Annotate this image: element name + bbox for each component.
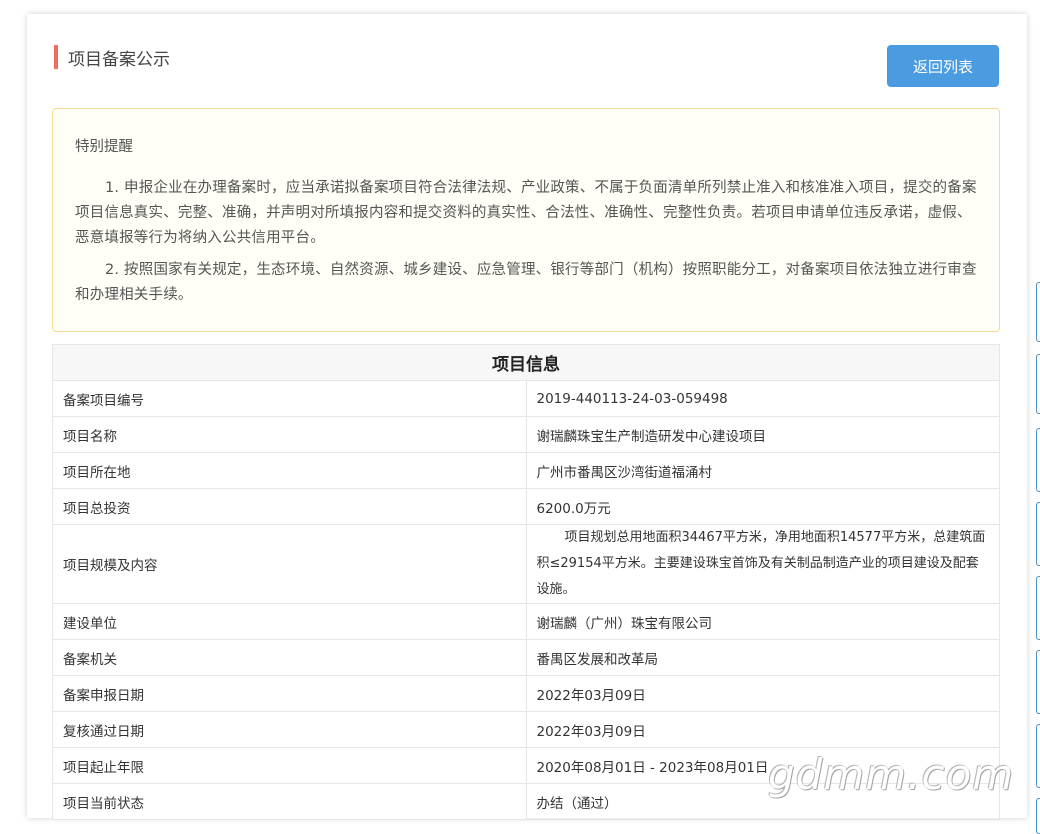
row-value: 2022年03月09日	[525, 711, 1000, 748]
row-value: 6200.0万元	[525, 488, 1000, 525]
side-float-tab[interactable]	[1036, 502, 1040, 566]
row-value: 番禺区发展和改革局	[525, 639, 1000, 676]
table-header-row: 项目信息	[52, 344, 1000, 381]
table-row: 项目名称 谢瑞麟珠宝生产制造研发中心建设项目	[52, 416, 1000, 453]
row-label: 项目规模及内容	[52, 524, 527, 604]
row-value: 广州市番禺区沙湾街道福涌村	[525, 452, 1000, 489]
row-label: 备案申报日期	[52, 675, 527, 712]
side-float-tab[interactable]	[1036, 282, 1040, 342]
table-row: 项目所在地 广州市番禺区沙湾街道福涌村	[52, 452, 1000, 489]
row-value: 谢瑞麟（广州）珠宝有限公司	[525, 603, 1000, 640]
table-row: 备案申报日期 2022年03月09日	[52, 675, 1000, 712]
row-label: 项目起止年限	[52, 747, 527, 784]
row-value: 项目规划总用地面积34467平方米，净用地面积14577平方米，总建筑面积≤29…	[525, 524, 1000, 604]
row-label: 项目总投资	[52, 488, 527, 525]
row-label: 项目所在地	[52, 452, 527, 489]
row-value: 2019-440113-24-03-059498	[525, 380, 1000, 417]
row-label: 备案机关	[52, 639, 527, 676]
row-label: 备案项目编号	[52, 380, 527, 417]
side-float-tab[interactable]	[1036, 354, 1040, 414]
table-title: 项目信息	[52, 344, 1000, 381]
row-value: 2022年03月09日	[525, 675, 1000, 712]
project-info-table: 项目信息 备案项目编号 2019-440113-24-03-059498 项目名…	[52, 344, 1000, 820]
page-title: 项目备案公示	[68, 49, 170, 70]
table-row: 复核通过日期 2022年03月09日	[52, 711, 1000, 748]
side-float-tab[interactable]	[1036, 798, 1040, 834]
watermark: gdmm.com	[768, 750, 1015, 799]
row-value: 谢瑞麟珠宝生产制造研发中心建设项目	[525, 416, 1000, 453]
table-row: 项目规模及内容 项目规划总用地面积34467平方米，净用地面积14577平方米，…	[52, 524, 1000, 604]
content-card: 项目备案公示 返回列表 特别提醒 1. 申报企业在办理备案时，应当承诺拟备案项目…	[27, 14, 1027, 820]
table-row: 备案机关 番禺区发展和改革局	[52, 639, 1000, 676]
special-notice-box: 特别提醒 1. 申报企业在办理备案时，应当承诺拟备案项目符合法律法规、产业政策、…	[52, 108, 1000, 332]
side-float-tab[interactable]	[1036, 428, 1040, 492]
row-label: 建设单位	[52, 603, 527, 640]
title-accent-bar	[54, 45, 58, 69]
row-label: 复核通过日期	[52, 711, 527, 748]
side-float-tab[interactable]	[1036, 576, 1040, 640]
table-row: 项目总投资 6200.0万元	[52, 488, 1000, 525]
page-header: 项目备案公示	[54, 44, 170, 70]
back-to-list-button[interactable]: 返回列表	[887, 45, 999, 87]
row-label: 项目当前状态	[52, 783, 527, 820]
table-row: 建设单位 谢瑞麟（广州）珠宝有限公司	[52, 603, 1000, 640]
notice-item: 2. 按照国家有关规定，生态环境、自然资源、城乡建设、应急管理、银行等部门（机构…	[75, 262, 977, 303]
side-float-tab[interactable]	[1036, 650, 1040, 714]
row-label: 项目名称	[52, 416, 527, 453]
side-float-tab[interactable]	[1036, 724, 1040, 788]
table-row: 备案项目编号 2019-440113-24-03-059498	[52, 380, 1000, 417]
notice-title: 特别提醒	[75, 139, 133, 155]
notice-item: 1. 申报企业在办理备案时，应当承诺拟备案项目符合法律法规、产业政策、不属于负面…	[75, 180, 977, 246]
